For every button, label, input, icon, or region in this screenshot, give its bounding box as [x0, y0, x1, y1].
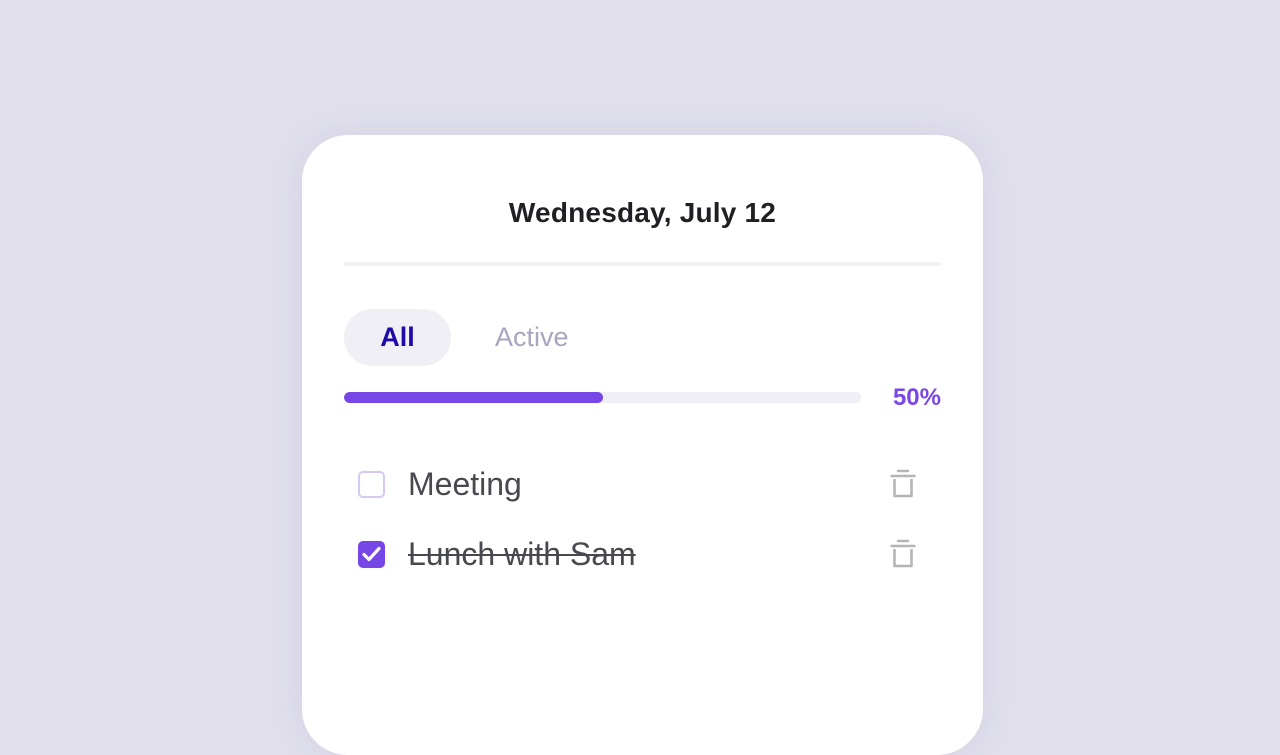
divider — [344, 262, 941, 266]
task-item: Meeting — [358, 464, 928, 504]
progress-percent: 50% — [892, 384, 941, 411]
tab-all[interactable]: All — [344, 309, 451, 366]
task-checkbox[interactable] — [358, 470, 385, 498]
task-item: Lunch with Sam — [358, 534, 928, 574]
progress-bar — [344, 392, 861, 403]
trash-icon — [890, 469, 916, 498]
progress-bar-fill — [344, 392, 603, 403]
filter-tabs: All Active — [344, 309, 591, 366]
trash-icon — [890, 539, 916, 568]
task-checkbox[interactable] — [358, 540, 385, 568]
check-icon — [362, 546, 381, 562]
task-text: Lunch with Sam — [408, 535, 636, 572]
delete-task-button[interactable] — [888, 537, 918, 571]
delete-task-button[interactable] — [888, 467, 918, 501]
page-title: Wednesday, July 12 — [508, 197, 777, 228]
task-text: Meeting — [408, 465, 522, 502]
tab-active[interactable]: Active — [473, 309, 591, 366]
todo-card: Wednesday, July 12 All Active 50% Meetin… — [302, 135, 983, 755]
